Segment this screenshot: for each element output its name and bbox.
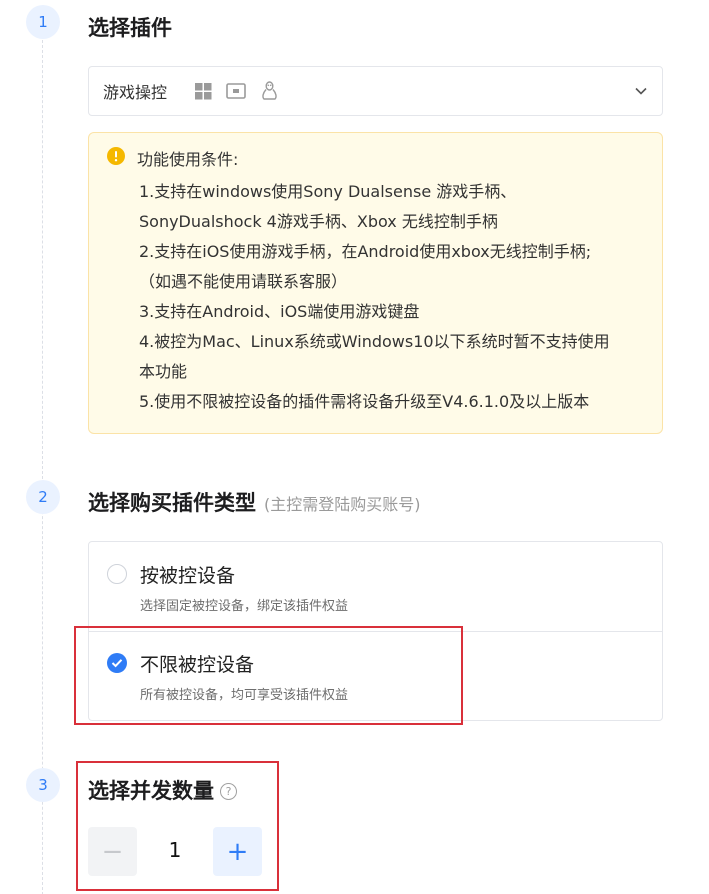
step-1-title: 选择插件 [88, 16, 172, 40]
notice-line: 1.支持在windows使用Sony Dualsense 游戏手柄、 [139, 182, 517, 201]
decrease-quantity-button[interactable]: − [88, 827, 137, 876]
notice-title: 功能使用条件: [137, 150, 239, 169]
increase-quantity-button[interactable]: + [213, 827, 262, 876]
notice-lines: 1.支持在windows使用Sony Dualsense 游戏手柄、 SonyD… [139, 177, 644, 417]
option-title: 按被控设备 [140, 565, 236, 587]
step-number-2: 2 [26, 480, 60, 514]
help-circle-icon[interactable]: ? [220, 783, 237, 800]
step-2-title: 选择购买插件类型 (主控需登陆购买账号) [88, 487, 421, 517]
purchase-type-options: 按被控设备 选择固定被控设备，绑定该插件权益 不限被控设备 所有被控设备，均可享… [88, 541, 663, 721]
warning-circle-icon [107, 147, 125, 169]
option-description: 所有被控设备，均可享受该插件权益 [140, 688, 349, 703]
notice-line: 3.支持在Android、iOS端使用游戏键盘 [139, 302, 420, 321]
step-timeline [42, 40, 43, 894]
step-2-title-text: 选择购买插件类型 [88, 491, 256, 515]
chevron-down-icon[interactable] [634, 84, 648, 98]
notice-line: SonyDualshock 4游戏手柄、Xbox 无线控制手柄 [139, 212, 498, 231]
notice-line: 本功能 [139, 362, 188, 381]
step-2-subtitle: (主控需登陆购买账号) [264, 495, 421, 514]
option-by-device[interactable]: 按被控设备 选择固定被控设备，绑定该插件权益 [89, 542, 662, 632]
linux-icon [259, 81, 279, 101]
notice-line: 5.使用不限被控设备的插件需将设备升级至V4.6.1.0及以上版本 [139, 392, 590, 411]
option-description: 选择固定被控设备，绑定该插件权益 [140, 599, 349, 614]
radio-checked-icon[interactable] [107, 653, 127, 673]
option-unlimited-devices[interactable]: 不限被控设备 所有被控设备，均可享受该插件权益 [89, 631, 662, 721]
step-3-title-text: 选择并发数量 [88, 779, 214, 803]
tv-icon [226, 81, 246, 101]
plugin-select[interactable]: 游戏操控 [88, 66, 663, 116]
step-number-1: 1 [26, 5, 60, 39]
option-title: 不限被控设备 [140, 654, 255, 676]
radio-unchecked[interactable] [107, 564, 127, 584]
plugin-select-value: 游戏操控 [103, 83, 168, 102]
notice-line: 2.支持在iOS使用游戏手柄，在Android使用xbox无线控制手柄; [139, 242, 592, 261]
step-number-3: 3 [26, 768, 60, 802]
notice-line: （如遇不能使用请联系客服） [139, 272, 348, 291]
usage-conditions-notice: 功能使用条件: 1.支持在windows使用Sony Dualsense 游戏手… [88, 132, 663, 434]
notice-line: 4.被控为Mac、Linux系统或Windows10以下系统时暂不支持使用 [139, 332, 610, 351]
quantity-value[interactable]: 1 [155, 838, 195, 862]
windows-icon [193, 81, 213, 101]
step-3-title: 选择并发数量? [88, 775, 237, 805]
